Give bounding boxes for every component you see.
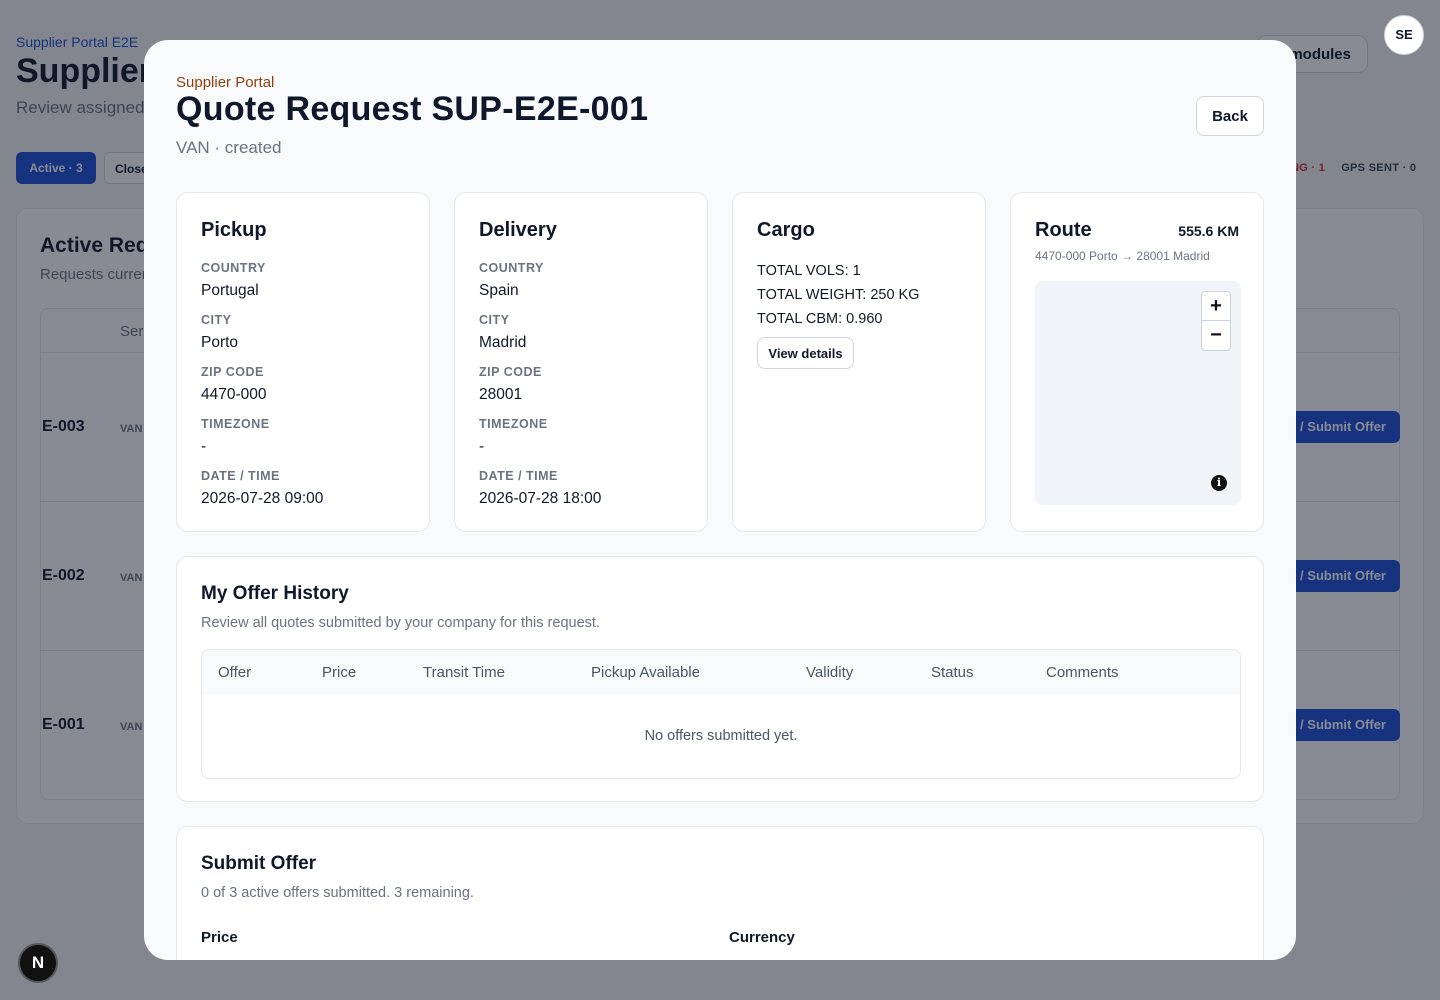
delivery-title: Delivery [479,219,557,241]
delivery-zip-label: ZIP CODE [479,365,542,379]
zoom-in-button[interactable]: + [1202,292,1230,321]
price-field-label: Price [201,929,238,946]
info-icon[interactable]: i [1211,475,1227,491]
page-subtitle: VAN · created [176,138,282,157]
delivery-country: Spain [479,282,519,299]
delivery-country-label: COUNTRY [479,261,544,275]
route-summary: 4470-000 Porto → 28001 Madrid [1035,249,1210,263]
modal-breadcrumb: Supplier Portal [176,74,275,91]
column-header-status: Status [931,664,974,681]
currency-field-label: Currency [729,929,795,946]
pickup-city: Porto [201,334,239,351]
route-distance: 555.6 KM [1178,223,1239,239]
pickup-timezone-label: TIMEZONE [201,417,270,431]
back-button[interactable]: Back [1196,96,1264,136]
route-title: Route [1035,219,1092,241]
avatar[interactable]: SE [1384,15,1424,55]
offer-history-title: My Offer History [201,583,349,604]
pickup-card: Pickup COUNTRY Portugal CITY Porto ZIP C… [176,192,430,532]
delivery-zip: 28001 [479,386,523,403]
offer-history-subtitle: Review all quotes submitted by your comp… [201,615,600,631]
route-card: Route 555.6 KM 4470-000 Porto → 28001 Ma… [1010,192,1264,532]
cargo-total-cbm: TOTAL CBM: 0.960 [757,311,883,327]
cargo-total-vols: TOTAL VOLS: 1 [757,263,861,279]
pickup-city-label: CITY [201,313,232,327]
page-title: Quote Request SUP-E2E-001 [176,90,649,128]
column-header-pickup-available: Pickup Available [591,664,700,681]
view-details-button[interactable]: View details [757,337,854,369]
pickup-timezone: - [201,438,207,455]
submit-offer-title: Submit Offer [201,853,317,874]
pickup-country-label: COUNTRY [201,261,266,275]
column-header-price: Price [322,664,357,681]
delivery-datetime: 2026-07-28 18:00 [479,490,602,507]
cargo-card: Cargo TOTAL VOLS: 1 TOTAL WEIGHT: 250 KG… [732,192,986,532]
map-zoom-control: + − [1201,291,1231,351]
table-header-row: Offer Price Transit Time Pickup Availabl… [202,650,1240,694]
column-header-transit-time: Transit Time [423,664,505,681]
pickup-datetime: 2026-07-28 09:00 [201,490,324,507]
pickup-zip: 4470-000 [201,386,267,403]
delivery-city-label: CITY [479,313,510,327]
zoom-out-button[interactable]: − [1202,321,1230,350]
pickup-zip-label: ZIP CODE [201,365,264,379]
pickup-title: Pickup [201,219,267,241]
pickup-datetime-label: DATE / TIME [201,469,280,483]
offer-history-section: My Offer History Review all quotes submi… [176,556,1264,802]
delivery-datetime-label: DATE / TIME [479,469,558,483]
delivery-timezone-label: TIMEZONE [479,417,548,431]
delivery-timezone: - [479,438,485,455]
quote-request-modal: Supplier Portal Quote Request SUP-E2E-00… [144,40,1296,960]
dev-tools-button[interactable]: N [18,943,58,983]
submit-offer-section: Submit Offer 0 of 3 active offers submit… [176,826,1264,960]
column-header-validity: Validity [806,664,854,681]
column-header-offer: Offer [218,664,252,681]
route-map[interactable]: + − i [1035,281,1241,505]
column-header-comments: Comments [1046,664,1119,681]
delivery-city: Madrid [479,334,527,351]
offer-history-table: Offer Price Transit Time Pickup Availabl… [201,649,1241,779]
delivery-card: Delivery COUNTRY Spain CITY Madrid ZIP C… [454,192,708,532]
cargo-total-weight: TOTAL WEIGHT: 250 KG [757,287,920,303]
cargo-title: Cargo [757,219,815,241]
empty-state-message: No offers submitted yet. [644,728,798,744]
pickup-country: Portugal [201,282,259,299]
submit-offer-subtitle: 0 of 3 active offers submitted. 3 remain… [201,885,474,901]
